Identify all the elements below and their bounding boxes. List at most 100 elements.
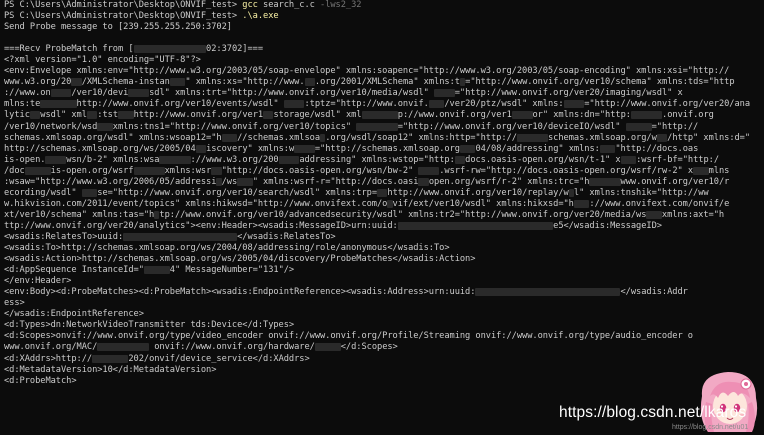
terminal-line: Send Probe message to [239.255.255.250:3… [4,22,764,33]
output-text: :wsaw="http://www.w3.org/2006/05/address… [4,176,217,187]
output-text: /ver10/network/wsd [4,121,98,132]
redacted-text: xxx [459,144,476,153]
redacted-text: xx [86,111,98,120]
output-text: <d:MetadataVersion>10</d:MetadataVersion… [4,364,217,375]
terminal-line: w.hikvision.com/2011/event/topics" xmlns… [4,199,764,210]
redacted-text: xxxxxx [516,133,548,142]
redacted-text: xxxx [50,89,72,98]
redacted-text: xxx [237,177,253,186]
redacted-text: xxxxx [24,166,51,175]
redacted-text: xxxx [283,100,305,109]
output-text: lytic [4,110,30,121]
blog-watermark-small: https://blog.csdn.net/u01 [672,424,749,431]
output-text: ===Recv ProbeMatch from [ [4,44,134,55]
output-text: ="http:// [651,121,699,132]
redacted-text: xxx [693,166,709,175]
terminal-line: </env:Header> [4,276,764,287]
output-text: schemas.xmlsoap.org/w [547,132,657,143]
redacted-text: xxxx [563,100,585,109]
redacted-text: xxxxxxxxxxxxxx [133,45,207,54]
output-text: ="http://www.onvif.org/ver10/deviceIO/ws… [397,121,626,132]
terminal-output: PS C:\Users\Administrator\Desktop\ONVIF_… [4,0,764,387]
terminal-line: /ver10/network/wsdxxxxmlns:tns1="http://… [4,122,764,133]
output-text: http://www.onvif.org/ver1 [133,110,264,121]
terminal-line: <d:XAddrs>http://xxxxxxx202/onvif/device… [4,354,764,365]
output-text: open.org/wsrf/r-2" xmlns:trc="h [428,176,590,187]
redacted-text: xxxxxxxxxxxxxxxxxxxxxxxxxxxxxx [397,221,554,230]
redacted-text: xxxxx [625,122,652,131]
output-text: Send Probe message to [239.255.255.250:3… [4,22,232,33]
powershell-terminal[interactable]: PS C:\Users\Administrator\Desktop\ONVIF_… [0,0,764,435]
output-text: PS C:\Users\Administrator\Desktop\ONVIF_… [4,0,243,10]
redacted-text: xxxxx [143,266,170,275]
redacted-text: xxx [97,122,113,131]
output-text: onvif://www.onvif.org/hardware/ [149,342,315,353]
output-text: search_c.c [257,0,321,10]
output-text: w.hikvision.com/2011/event/topics" xmlns… [4,198,388,209]
output-text: ://www.on [4,88,51,99]
redacted-text: xxxxxxx [92,354,129,363]
redacted-text: xxx [646,210,662,219]
output-text: ://www.w3.org/200 [190,154,279,165]
output-text: /XMLSchema-instan [81,77,170,88]
output-text: http://www.onvif.org/ver10/replay/w [387,187,569,198]
output-text: <env:Envelope xmlns:env="http://www.w3.o… [4,66,730,77]
output-text: "http://docs.oasis-open.org/wsn/bw-2" [221,165,419,176]
output-text: www.onvif.org/ver10/r [620,176,730,187]
output-text: /ver10/devi [71,88,129,99]
redacted-text: xx [656,133,668,142]
output-text: //schemas.xmlsoa [237,132,321,143]
output-text: ="http://www.onvif.org/ver20/imaging/wsd… [454,88,683,99]
redacted-text: xxx [620,155,637,164]
redacted-text: xxx [573,199,590,208]
output-text: ="http://www.onvif.org/ver10/schema" xml… [465,77,735,88]
terminal-line: <wsadis:Action>http://schemas.xmlsoap.or… [4,254,764,265]
terminal-line: xt/ver10/schema" xmlns:tas="hxtp://www.o… [4,210,764,221]
command-argument: -lws2_32 [320,0,362,10]
redacted-text: xxxxxx [133,166,165,175]
terminal-line: mlns:texxxxxxxhttp://www.onvif.org/ver10… [4,99,764,110]
output-text: e5</wsadis:MessageID> [553,220,662,231]
output-text: l" xmlns:tnshik="http://ww [573,187,709,198]
output-text: .wsrf-rw="http://docs.oasis-open.org/wsr… [439,165,694,176]
terminal-line: PS C:\Users\Administrator\Desktop\ONVIF_… [4,0,764,11]
output-text: " xmlns:wsrf-r="http://docs.oasi [252,176,419,187]
output-text: /http" xmlns:d=" [667,132,751,143]
output-text: docs.oasis-open.org/wsn/t-1" x [465,154,621,165]
output-text: or" xmlns:dn="http: [532,110,631,121]
redacted-text: xxx [169,78,186,87]
terminal-line: is-open.xxxxwsn/b-2" xmlns:wsaxxxxxx://w… [4,155,764,166]
terminal-line: /docxxxxxis-open.org/wsrfxxxxxxxmlns:wsr… [4,166,764,177]
redacted-text: xxxx [278,155,300,164]
redacted-text: xx [263,111,274,120]
output-text: </wsadis:RelatesTo> [237,231,336,242]
output-text: storage/wsdl" xml [273,110,362,121]
terminal-line: <wsadis:To>http://schemas.xmlsoap.org/ws… [4,243,764,254]
output-text: <d:XAddrs>http:// [4,353,93,364]
redacted-text: xxxxxxx [361,111,398,120]
terminal-line: www.w3.org/20xx/XMLSchema-instanxxx" xml… [4,77,764,88]
redacted-text: xxxxxx [589,177,621,186]
terminal-line: <d:Scopes>onvif://www.onvif.org/type/vid… [4,331,764,342]
redacted-text: xx [304,78,315,87]
output-text: .onvif.org [662,110,714,121]
output-text: ://www.onvifext.com/onvif/e [589,198,730,209]
redacted-text: xxxx [511,111,533,120]
redacted-text: xxx [221,133,238,142]
output-text: " xmlns:xs="http://www. [185,77,305,88]
terminal-line: ://www.onxxxx/ver10/devixxxxsdl" xmlns:t… [4,88,764,99]
output-text: 4" MessageNumber="131"/> [169,265,295,276]
terminal-line: <d:ProbeMatch> [4,376,764,387]
output-text: vif/ext/ver10/wsdl" xmlns:hikxsd="h [392,198,574,209]
redacted-text: xx [211,166,222,175]
redacted-text: xxxxxxxxxxxxxxxxxxxxxxxxxxxx [475,288,621,297]
redacted-text: xx [377,188,388,197]
output-text: :wsrf-bf="http:/ [636,154,719,165]
redacted-text: xxxxx [314,343,341,352]
terminal-line: ===Recv ProbeMatch from [xxxxxxxxxxxxxx0… [4,44,764,55]
output-text: .org/wsdl/soap12" xmlns:http="http:// [325,132,517,143]
terminal-line: <env:Body><d:ProbeMatches><d:ProbeMatch>… [4,287,764,298]
terminal-line: <d:Types>dn:NetworkVideoTransmitter tds:… [4,320,764,331]
output-text: 202/onvif/device_service</d:XAddrs> [128,353,310,364]
terminal-line: <d:AppSequence InstanceId="xxxxx4" Messa… [4,265,764,276]
